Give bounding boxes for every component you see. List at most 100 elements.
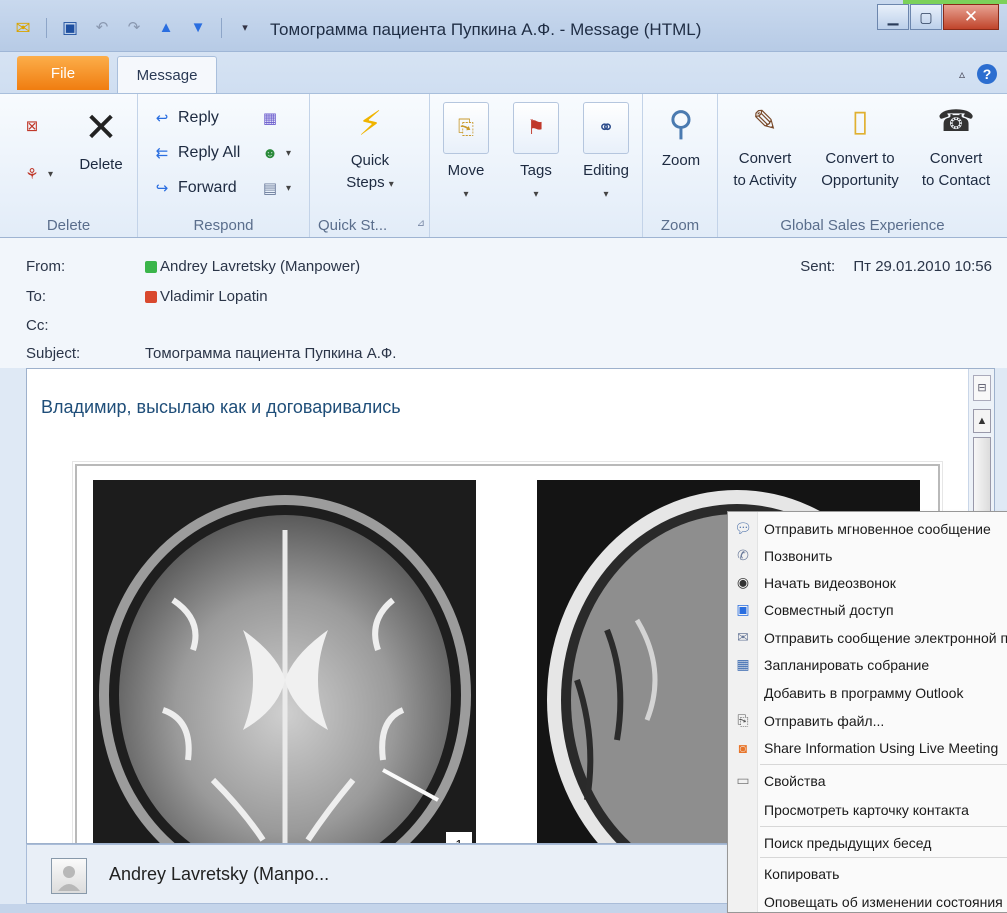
- help-icon[interactable]: ?: [977, 64, 997, 84]
- save-icon[interactable]: ▣: [61, 19, 79, 37]
- reply-icon: ↩: [155, 110, 169, 127]
- meeting-reply-button[interactable]: ▦: [260, 108, 280, 128]
- convert-to-activity-button[interactable]: ✎ Convert to Activity: [726, 102, 804, 192]
- menu-item-send-email[interactable]: ✉ Отправить сообщение электронной почты: [728, 624, 1007, 651]
- tab-message[interactable]: Message: [117, 56, 217, 94]
- clipboard-pencil-icon: ✎: [752, 105, 778, 138]
- convert-contact-line2: to Contact: [921, 172, 991, 189]
- menu-item-add-to-outlook[interactable]: Добавить в программу Outlook: [728, 679, 1007, 706]
- minimize-button[interactable]: ▁: [877, 4, 909, 30]
- sent-value: Пт 29.01.2010 10:56: [853, 258, 992, 275]
- junk-button[interactable]: ⚘ ▾: [22, 164, 53, 184]
- redo-icon[interactable]: ↷: [125, 19, 143, 37]
- reply-all-icon: ⇇: [155, 145, 169, 162]
- convert-to-contact-button[interactable]: ☎ Convert to Contact: [914, 102, 998, 192]
- zoom-group: ⚲ Zoom Zoom: [642, 94, 718, 237]
- dropdown-arrow-icon: ▾: [533, 189, 539, 200]
- tab-file[interactable]: File: [17, 56, 109, 90]
- ribbon-tabs: File Message ▵ ?: [0, 52, 1007, 94]
- cc-label: Cc:: [26, 317, 49, 334]
- group-label-respond: Respond: [193, 217, 254, 234]
- envelope-icon: ✉: [15, 18, 31, 38]
- presence-busy-icon: [145, 290, 157, 303]
- im-reply-button[interactable]: ☻ ▾: [260, 143, 291, 163]
- move-button[interactable]: ⎘ Move ▾: [440, 102, 492, 206]
- calendar-icon: ▦: [262, 110, 278, 127]
- menu-item-label: Копировать: [764, 865, 840, 882]
- menu-item-live-meeting[interactable]: ◙ Share Information Using Live Meeting: [728, 734, 1007, 761]
- live-meeting-icon: ◙: [738, 739, 748, 756]
- reply-button[interactable]: ↩ Reply: [152, 108, 219, 128]
- minimize-ribbon-icon[interactable]: ▵: [959, 67, 965, 81]
- tags-button[interactable]: ⚑ Tags ▾: [510, 102, 562, 206]
- move-icon: ⎘: [443, 102, 489, 154]
- menu-item-schedule-meeting[interactable]: ▦ Запланировать собрание: [728, 651, 1007, 678]
- menu-item-view-contact-card[interactable]: Просмотреть карточку контакта: [728, 796, 1007, 823]
- ignore-button[interactable]: ⊠: [22, 116, 42, 136]
- avatar[interactable]: [51, 858, 87, 894]
- greeting-text: Владимир, высылаю как и договаривались: [41, 397, 401, 417]
- title-bar: ✉ ▣ ↶ ↷ ▲ ▼ ▾ Томограмма пациента Пупкин…: [0, 0, 1007, 52]
- calendar-icon: ▦: [736, 656, 750, 672]
- window-title: Томограмма пациента Пупкина А.Ф. - Messa…: [270, 20, 702, 39]
- menu-item-send-im[interactable]: 💬︎ Отправить мгновенное сообщение: [728, 515, 1007, 542]
- next-item-icon[interactable]: ▼: [189, 19, 207, 37]
- editing-button[interactable]: ⚭ Editing ▾: [576, 102, 636, 206]
- menu-item-label: Оповещать об изменении состояния: [764, 893, 1003, 910]
- menu-separator: [760, 764, 1007, 765]
- scroll-up-arrow-icon[interactable]: ▲: [973, 409, 991, 433]
- menu-item-properties[interactable]: ▭ Свойства: [728, 767, 1007, 794]
- previous-item-icon[interactable]: ▲: [157, 19, 175, 37]
- people-icon: ☻: [262, 144, 278, 162]
- undo-icon[interactable]: ↶: [93, 19, 111, 37]
- delete-button[interactable]: ✕ Delete: [66, 108, 136, 176]
- menu-item-copy[interactable]: Копировать: [728, 860, 1007, 887]
- menu-item-label: Поиск предыдущих бесед: [764, 834, 932, 851]
- dropdown-arrow-icon: ▾: [388, 179, 394, 190]
- menu-item-video-call[interactable]: ◉ Начать видеозвонок: [728, 569, 1007, 596]
- quick-steps-group: ⚡ Quick Steps ▾ Quick St... ⊿: [310, 94, 430, 237]
- menu-item-notify-status[interactable]: Оповещать об изменении состояния: [728, 888, 1007, 913]
- customize-toolbar-icon[interactable]: ▾: [236, 19, 254, 37]
- dropdown-arrow-icon: ▾: [48, 168, 54, 180]
- forward-icon: ↪: [155, 180, 169, 197]
- menu-item-label: Совместный доступ: [764, 601, 894, 618]
- to-value[interactable]: Vladimir Lopatin: [145, 288, 268, 305]
- ribbon: ⊠ ⚘ ▾ ✕ Delete Delete ↩ Reply ⇇ Reply All…: [0, 93, 1007, 238]
- scrollbar-split-icon[interactable]: ⊟: [973, 375, 991, 401]
- move-label: Move: [447, 162, 485, 179]
- reply-all-button[interactable]: ⇇ Reply All: [152, 143, 241, 163]
- convert-to-opportunity-button[interactable]: ▯ Convert to Opportunity: [810, 102, 910, 192]
- delete-group: ⊠ ⚘ ▾ ✕ Delete Delete: [0, 94, 138, 237]
- menu-item-label: Добавить в программу Outlook: [764, 684, 964, 701]
- subject-value: Томограмма пациента Пупкина А.Ф.: [145, 345, 397, 362]
- zoom-label: Zoom: [661, 152, 701, 169]
- dialog-launcher-icon[interactable]: ⊿: [417, 218, 425, 229]
- dropdown-arrow-icon: ▾: [463, 189, 469, 200]
- quick-steps-button[interactable]: ⚡ Quick Steps ▾: [328, 104, 412, 196]
- tags-label: Tags: [520, 162, 552, 179]
- menu-item-label: Отправить сообщение электронной почты: [764, 629, 1007, 646]
- convert-activity-line2: to Activity: [733, 172, 797, 189]
- close-button[interactable]: ✕: [943, 4, 999, 30]
- forward-button[interactable]: ↪ Forward: [152, 178, 237, 198]
- junk-icon: ⚘: [25, 166, 39, 183]
- convert-opp-line2: Opportunity: [821, 172, 899, 189]
- menu-item-find-conversations[interactable]: Поиск предыдущих бесед: [728, 829, 1007, 856]
- webcam-icon: ◉: [736, 574, 750, 590]
- people-pane-name[interactable]: Andrey Lavretsky (Manpo...: [109, 864, 329, 885]
- menu-item-share[interactable]: ▣ Совместный доступ: [728, 596, 1007, 623]
- scan-number-badge: 1: [446, 832, 472, 843]
- from-value[interactable]: Andrey Lavretsky (Manpower): [145, 258, 360, 275]
- more-respond-button[interactable]: ▤ ▾: [260, 178, 291, 198]
- email-icon: ✉: [737, 629, 749, 645]
- maximize-button[interactable]: ▢: [910, 4, 942, 30]
- zoom-button[interactable]: ⚲ Zoom: [651, 104, 711, 172]
- dropdown-arrow-icon: ▾: [603, 189, 609, 200]
- menu-item-call[interactable]: ✆ Позвонить: [728, 542, 1007, 569]
- delete-x-icon: ✕: [84, 106, 118, 150]
- group-label-delete: Delete: [46, 217, 91, 234]
- forward-label: Forward: [178, 179, 237, 196]
- flag-icon: ⚑: [513, 102, 559, 154]
- menu-item-send-file[interactable]: ⎘ Отправить файл...: [728, 707, 1007, 734]
